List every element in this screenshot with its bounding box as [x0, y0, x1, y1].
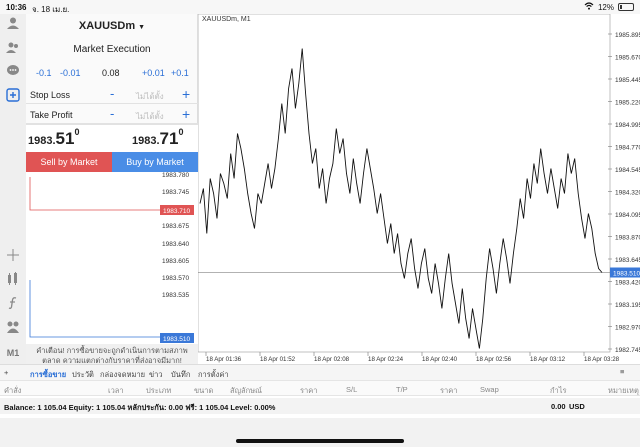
col-sl: S/L: [346, 385, 358, 394]
price-chart-svg: 1985.895 1985.670 1985.445 1985.220 1984.995…: [197, 13, 640, 363]
col-tp: T/P: [396, 385, 408, 394]
x-tick-label: 18 Apr 03:12: [530, 356, 566, 363]
mini-y-tick-label: 1983.535: [162, 292, 189, 299]
y-tick-label: 1984.770: [615, 145, 640, 152]
take-profit-minus-button[interactable]: -: [110, 106, 114, 121]
mini-buy-line: [29, 280, 160, 338]
function-icon[interactable]: [4, 296, 22, 314]
y-tick-label: 1984.320: [615, 190, 640, 197]
y-tick-label: 1984.995: [615, 122, 640, 129]
execution-type[interactable]: Market Execution: [26, 44, 198, 55]
mini-y-tick-label: 1983.745: [162, 189, 189, 196]
new-order-icon[interactable]: [4, 88, 22, 106]
mini-y-tick-label: 1983.605: [162, 258, 189, 265]
mini-y-tick-label: 1983.780: [162, 172, 189, 179]
stop-loss-minus-button[interactable]: -: [110, 86, 114, 101]
indicators-icon[interactable]: [4, 272, 22, 290]
mini-y-tick-label: 1983.675: [162, 223, 189, 230]
chevron-down-icon: ▼: [138, 24, 146, 31]
tick-chart-svg: 1983.780 1983.745 1983.675 1983.640 1983.605…: [29, 172, 194, 343]
y-tick-label: 1984.545: [615, 167, 640, 174]
tick-chart: 1983.780 1983.745 1983.675 1983.640 1983.605…: [26, 172, 198, 352]
objects-icon[interactable]: [4, 320, 22, 338]
volume-plus-large[interactable]: +0.1: [171, 68, 189, 78]
sell-price: 1983.510: [28, 127, 80, 148]
y-tick-label: 1985.670: [615, 55, 640, 62]
y-tick-label: 1983.870: [615, 235, 640, 242]
x-tick-label: 18 Apr 02:40: [422, 356, 458, 363]
y-tick-label: 1985.220: [615, 100, 640, 107]
mini-y-tick-label: 1983.570: [162, 275, 189, 282]
mini-sell-label: 1983.710: [163, 208, 190, 215]
symbol-selector[interactable]: XAUUSDm ▼: [26, 20, 198, 32]
x-tick-label: 18 Apr 01:36: [206, 356, 242, 363]
take-profit-row: Take Profit - ไม่ได้ตั้ง +: [26, 106, 198, 124]
y-tick-label: 1983.420: [615, 280, 640, 287]
app-root: 10:36 จ. 18 เม.ย. 12% M1 XAUUSDm ▼ Marke…: [0, 0, 640, 447]
status-right: 12%: [584, 2, 634, 12]
take-profit-plus-button[interactable]: +: [182, 106, 190, 122]
status-time: 10:36: [6, 3, 27, 12]
y-tick-label: 1982.970: [615, 325, 640, 332]
x-tick-label: 18 Apr 01:52: [260, 356, 296, 363]
x-tick-label: 18 Apr 02:08: [314, 356, 350, 363]
volume-minus-small[interactable]: -0.01: [60, 68, 81, 78]
battery-icon: [618, 3, 634, 11]
quotes-row: 1983.510 1983.710: [26, 124, 198, 152]
status-bar: 10:36 จ. 18 เม.ย. 12%: [0, 0, 640, 14]
trade-table-header: คำสั่ง เวลา ประเภท ขนาด สัญลักษณ์ ราคา S…: [0, 380, 640, 396]
buy-button[interactable]: Buy by Market: [112, 152, 198, 172]
balance-text: Balance: 1 105.04 Equity: 1 105.04 หลักป…: [4, 403, 276, 412]
buy-price: 1983.710: [132, 127, 184, 148]
current-price-label: 1983.510: [613, 271, 640, 278]
volume-minus-large[interactable]: -0.1: [36, 68, 52, 78]
currency-label: USD: [569, 402, 585, 411]
account-icon[interactable]: [4, 16, 22, 34]
terminal-tabs: + การซื้อขาย ประวัติ กล่องจดหมาย ข่าว บั…: [0, 364, 640, 380]
y-tick-label: 1982.745: [615, 347, 640, 354]
x-tick-label: 18 Apr 03:28: [584, 356, 620, 363]
y-tick-label: 1985.895: [615, 32, 640, 39]
stop-loss-input[interactable]: ไม่ได้ตั้ง: [136, 90, 164, 103]
stop-loss-row: Stop Loss - ไม่ได้ตั้ง +: [26, 86, 198, 104]
mini-y-tick-label: 1983.640: [162, 241, 189, 248]
order-panel: XAUUSDm ▼ Market Execution -0.1 -0.01 0.…: [26, 14, 198, 376]
y-tick-label: 1985.445: [615, 77, 640, 84]
volume-input[interactable]: 0.08: [102, 68, 120, 78]
stop-loss-label: Stop Loss: [30, 90, 71, 100]
battery-percent: 12%: [597, 2, 614, 12]
terminal-menu-icon[interactable]: ≡: [620, 367, 624, 376]
mini-buy-label: 1983.510: [163, 336, 190, 343]
take-profit-label: Take Profit: [30, 110, 73, 120]
tool-rail: M1: [0, 14, 26, 364]
volume-stepper: -0.1 -0.01 0.08 +0.01 +0.1: [26, 68, 198, 82]
users-icon[interactable]: [4, 40, 22, 58]
x-tick-label: 18 Apr 02:56: [476, 356, 512, 363]
volume-plus-small[interactable]: +0.01: [142, 68, 165, 78]
plot-frame: [197, 13, 611, 353]
col-swap: Swap: [480, 385, 499, 394]
stop-loss-plus-button[interactable]: +: [182, 86, 190, 102]
y-tick-label: 1983.195: [615, 302, 640, 309]
chat-icon[interactable]: [4, 64, 22, 82]
price-chart[interactable]: 1985.895 1985.670 1985.445 1985.220 1984.995…: [197, 13, 640, 364]
wifi-icon: [584, 2, 594, 12]
mini-sell-line: [29, 177, 160, 211]
y-tick-label: 1983.645: [615, 257, 640, 264]
symbol-name: XAUUSDm: [78, 20, 136, 32]
take-profit-input[interactable]: ไม่ได้ตั้ง: [136, 110, 164, 123]
crosshair-icon[interactable]: [4, 248, 22, 266]
chart-title: XAUUSDm, M1: [202, 16, 251, 23]
tab-add-icon[interactable]: +: [4, 368, 8, 377]
y-tick-label: 1984.095: [615, 212, 640, 219]
timeframe-button[interactable]: M1: [4, 344, 22, 362]
balance-bar: Balance: 1 105.04 Equity: 1 105.04 หลักป…: [0, 398, 640, 414]
profit-value: 0.00: [551, 402, 566, 411]
sell-button[interactable]: Sell by Market: [26, 152, 112, 172]
home-indicator: [236, 439, 404, 443]
x-tick-label: 18 Apr 02:24: [368, 356, 404, 363]
